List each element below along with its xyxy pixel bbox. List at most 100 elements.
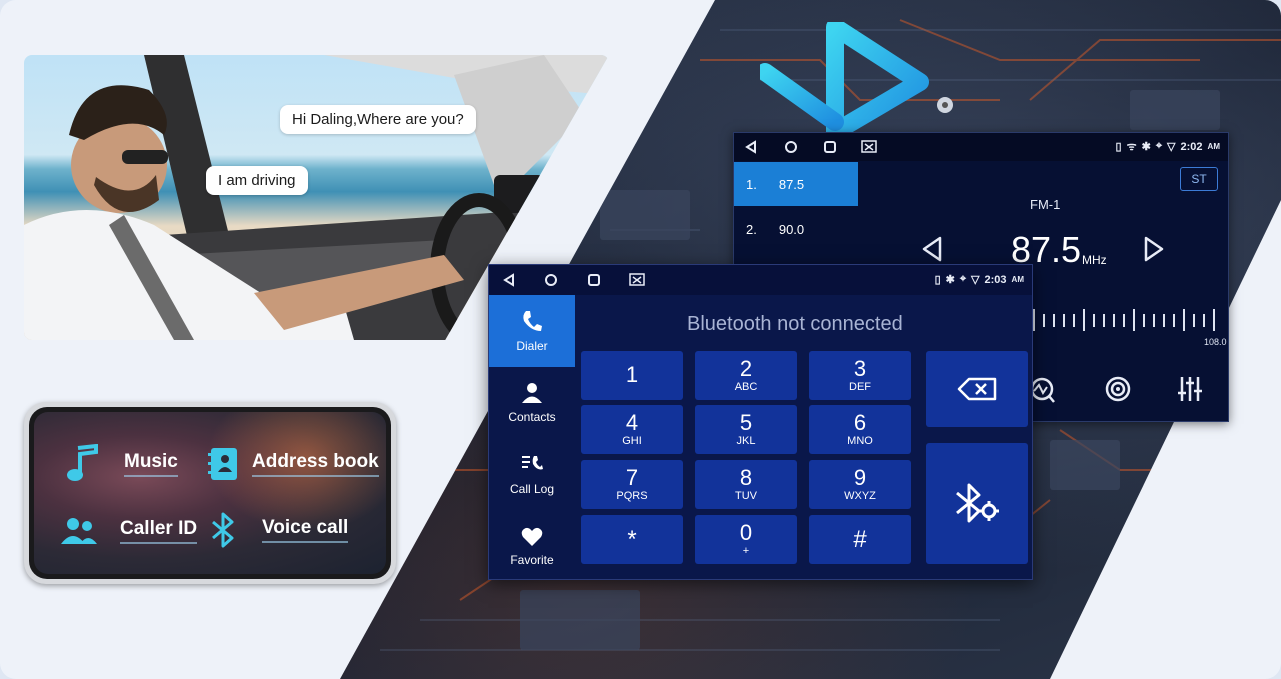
dialer-clock: 2:03 [984,273,1007,286]
users-icon [61,518,97,544]
sidebar-item-dialer[interactable]: Dialer [489,295,575,367]
recents-nav-icon[interactable] [587,273,601,287]
preset-frequency: 90.0 [778,221,805,237]
sidebar-item-contacts[interactable]: Contacts [489,367,575,439]
phone-mockup: Music Address book Caller ID Voice call [24,402,396,584]
wifi-icon: ▽ [971,274,980,286]
sidebar-item-label: Favorite [510,553,554,567]
chat-bubble-answer: I am driving [206,166,308,195]
keypad-key-9[interactable]: 9 WXYZ [809,460,911,509]
key-digit: # [853,525,867,553]
preset-frequency: 87.5 [778,176,805,192]
key-letters: DEF [849,381,871,393]
backspace-button[interactable] [926,351,1028,427]
key-letters: TUV [735,490,757,502]
recents-nav-icon[interactable] [823,140,837,154]
radio-signal-icon[interactable] [1105,376,1131,402]
tuning-scale[interactable] [1030,305,1220,335]
keypad-key-6[interactable]: 6 MNO [809,405,911,454]
feature-caller-id: Caller ID [60,516,198,546]
chat-bubble-question: Hi Daling,Where are you? [280,105,476,134]
contact-person-icon [522,383,542,403]
key-letters: MNO [847,435,873,447]
banner-canvas: Hi Daling,Where are you? I am driving Mu… [0,0,1281,679]
usb-icon: ▯ [1115,141,1122,153]
keypad-key-2[interactable]: 2 ABC [695,351,797,400]
preset-item[interactable]: 1. 87.5 [734,162,858,206]
feature-caller-id-label: Caller ID [120,518,198,544]
keypad-key-3[interactable]: 3 DEF [809,351,911,400]
key-letters: GHI [622,435,642,447]
brand-logo-icon [760,22,929,141]
screenshot-icon[interactable] [629,273,645,287]
feature-music: Music [66,444,178,484]
frequency-unit: MHz [1082,253,1107,267]
back-nav-icon[interactable] [502,273,516,287]
keypad-key-4[interactable]: 4 GHI [581,405,683,454]
keypad-key-hash[interactable]: # [809,515,911,564]
key-digit: 1 [625,361,639,387]
radio-clock-ampm: AM [1207,142,1220,151]
radio-status-bar: ▯ ᯤ ✱ ⌖ ▽ 2:02 AM [734,133,1228,161]
scale-max-label: 108.0 [1204,337,1227,347]
keypad-key-8[interactable]: 8 TUV [695,460,797,509]
dialer-clock-ampm: AM [1011,275,1024,284]
sidebar-item-label: Dialer [516,339,548,353]
bluetooth-status-icon: ✱ [945,274,955,286]
radio-clock: 2:02 [1180,140,1203,153]
radio-status-right: ▯ ᯤ ✱ ⌖ ▽ 2:02 AM [1116,139,1220,154]
bluetooth-status-icon: ✱ [1141,141,1151,153]
feature-address-book-label: Address book [252,451,379,477]
preset-item[interactable]: 2. 90.0 [734,207,858,251]
key-digit: 9 [853,465,867,490]
key-letters: JKL [736,435,756,447]
seek-forward-icon[interactable] [1142,235,1166,263]
feature-voice-call-label: Voice call [262,517,349,543]
phone-icon [523,311,542,331]
sidebar-item-label: Call Log [509,482,555,496]
home-nav-icon[interactable] [784,140,798,154]
dialer-status-right: ▯ ✱ ⌖ ▽ 2:03 AM [935,273,1024,286]
key-digit: 3 [853,356,867,381]
sidebar-item-favorite[interactable]: Favorite [489,511,575,579]
seek-back-icon[interactable] [920,235,944,263]
keypad-key-7[interactable]: 7 PQRS [581,460,683,509]
back-nav-icon[interactable] [744,140,758,154]
bluetooth-settings-button[interactable] [926,443,1028,564]
key-digit: 6 [853,410,867,435]
screenshot-icon[interactable] [861,140,877,154]
preset-number: 1. [746,176,757,192]
bluetooth-settings-icon [956,483,999,522]
phone-screen: Music Address book Caller ID Voice call [34,412,386,574]
feature-voice-call: Voice call [208,512,349,548]
backspace-icon [957,377,997,401]
radio-toolbar [1030,376,1202,403]
sidebar-item-call-log[interactable]: Call Log [489,439,575,511]
keypad-key-0[interactable]: 0 + [695,515,797,564]
call-log-icon [522,456,543,470]
keypad-key-star[interactable]: * [581,515,683,564]
dialer-status-bar: ▯ ✱ ⌖ ▽ 2:03 AM [489,265,1032,295]
key-digit: 5 [739,410,753,435]
location-icon: ⌖ [959,273,967,285]
key-digit: 8 [739,465,753,490]
home-nav-icon[interactable] [544,273,558,287]
stereo-button[interactable]: ST [1180,167,1218,191]
address-book-icon [208,448,237,480]
music-note-icon [67,444,98,481]
feature-music-label: Music [124,451,178,477]
sidebar-item-label: Contacts [508,410,556,424]
keypad-key-5[interactable]: 5 JKL [695,405,797,454]
key-letters: WXYZ [844,490,876,502]
dialer-screen: ▯ ✱ ⌖ ▽ 2:03 AM Dialer Contacts Call Log … [488,264,1033,580]
phone-bezel: Music Address book Caller ID Voice call [29,407,391,579]
equalizer-icon[interactable] [1178,377,1202,401]
key-digit: 4 [625,410,639,435]
feature-address-book: Address book [208,446,379,482]
scan-icon[interactable] [1030,377,1055,403]
location-icon: ⌖ [1155,140,1163,152]
bluetooth-icon [212,512,234,548]
bluetooth-status-message: Bluetooth not connected [687,313,903,335]
wifi-icon: ▽ [1167,141,1176,153]
keypad-key-1[interactable]: 1 [581,351,683,400]
